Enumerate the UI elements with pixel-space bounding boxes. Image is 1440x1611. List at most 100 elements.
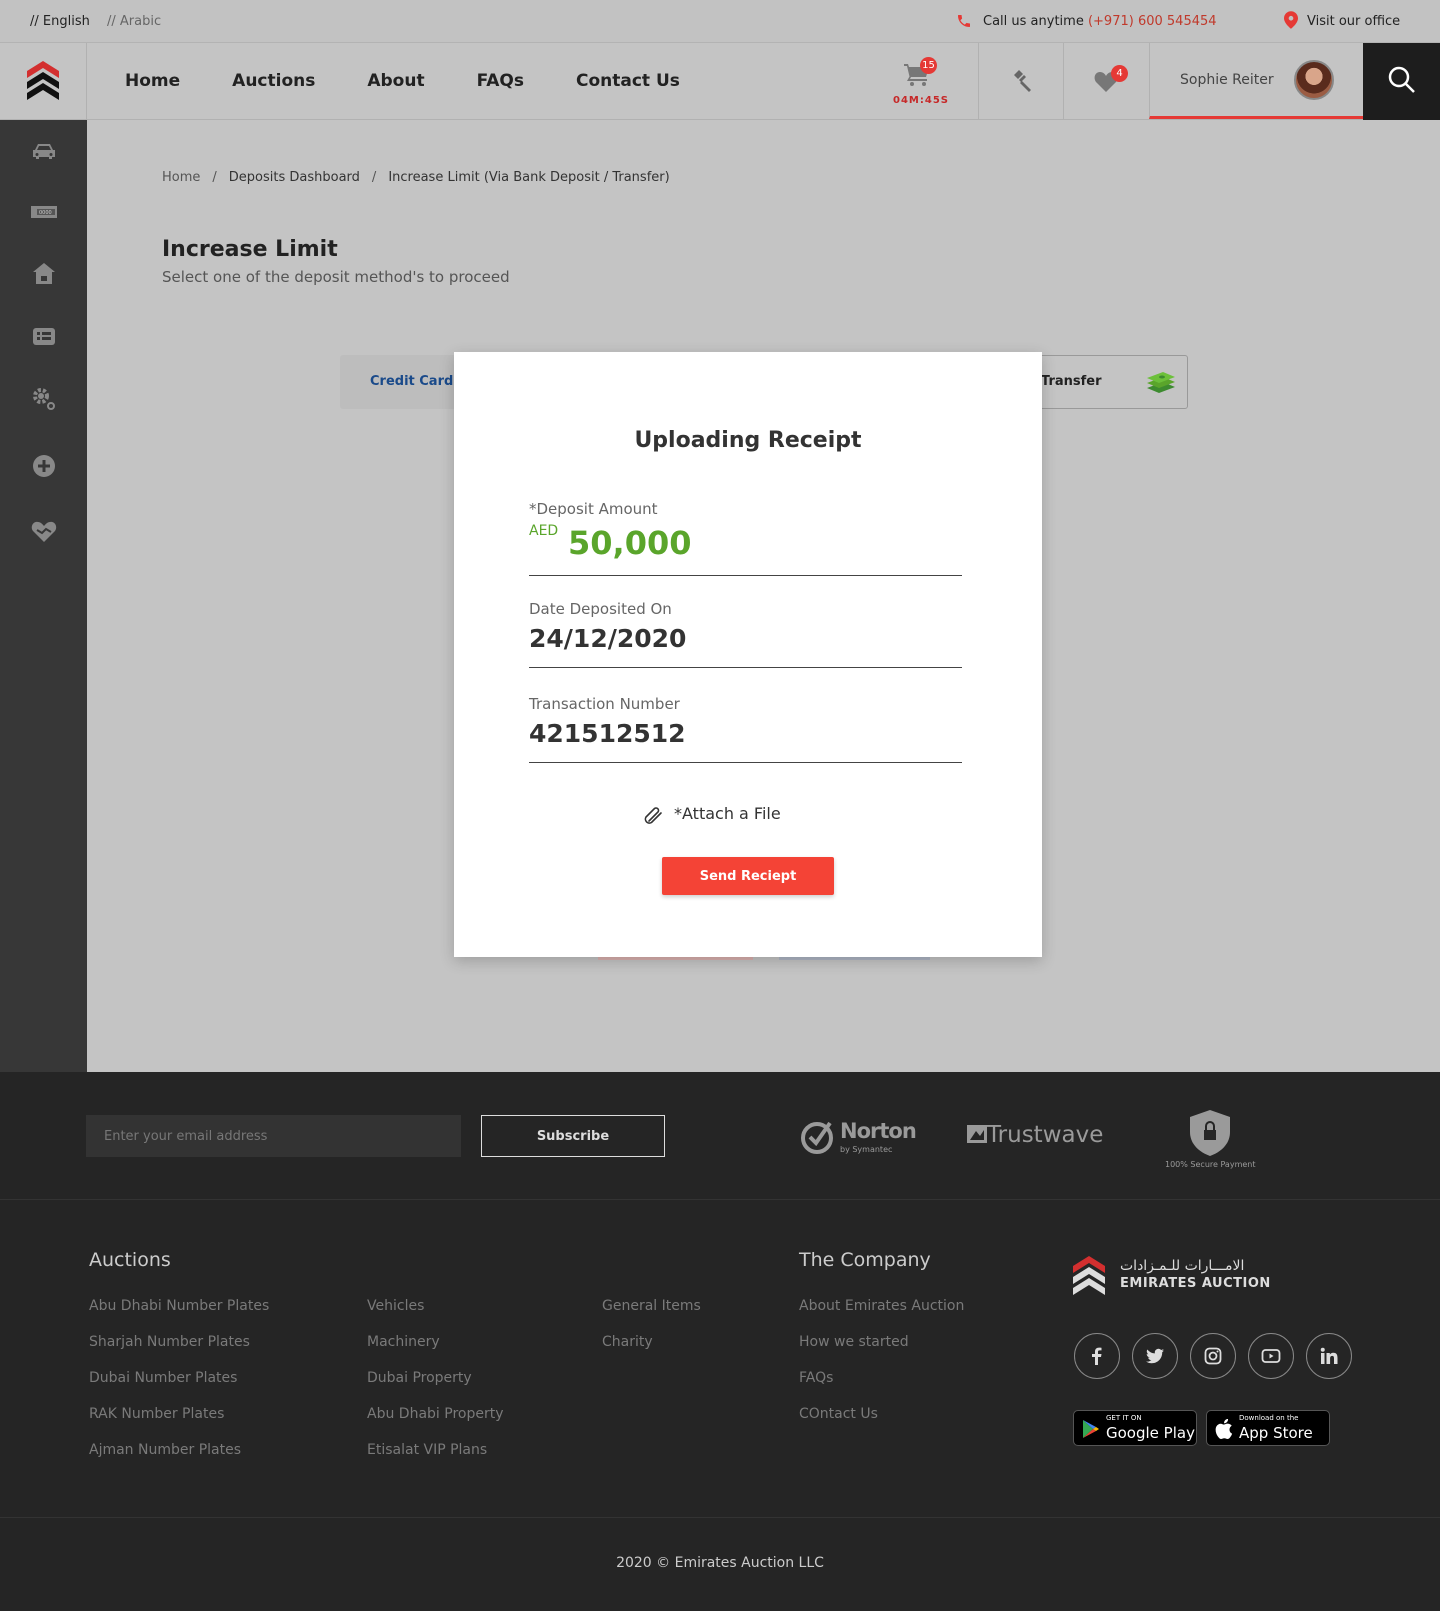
instagram-link[interactable] [1190,1333,1236,1379]
google-play-icon [1083,1420,1099,1438]
subscribe-button[interactable]: Subscribe [481,1115,665,1157]
facebook-icon [1092,1347,1102,1365]
visit-label: Visit our office [1307,14,1401,29]
breadcrumb-deposits[interactable]: Deposits Dashboard [229,170,360,185]
email-input[interactable] [86,1115,461,1157]
footer-link[interactable]: Dubai Property [367,1370,472,1386]
youtube-icon [1261,1349,1281,1363]
my-bids-button[interactable] [978,43,1063,119]
cart-count-badge: 15 [920,57,937,74]
footer-link[interactable]: COntact Us [799,1406,878,1422]
footer-link[interactable]: Dubai Number Plates [89,1370,237,1386]
transaction-number-label: Transaction Number [529,695,680,713]
twitter-icon [1146,1348,1164,1364]
breadcrumb-home[interactable]: Home [162,170,200,185]
norton-label: Norton [840,1119,917,1143]
footer-link[interactable]: Vehicles [367,1298,424,1314]
auctions-heading: Auctions [89,1249,171,1271]
google-play-button[interactable]: GET IT ON Google Play [1073,1410,1197,1446]
app-store-button[interactable]: Download on the App Store [1206,1410,1330,1446]
copyright: 2020 © Emirates Auction LLC [616,1555,824,1571]
nav-faqs[interactable]: FAQs [477,71,524,91]
nav-contact-us[interactable]: Contact Us [576,71,680,91]
search-icon [1388,66,1415,93]
bank-transfer-label: Transfer [1041,374,1102,389]
logo[interactable] [0,43,87,119]
google-play-label: Google Play [1106,1424,1195,1442]
nav-auctions[interactable]: Auctions [232,71,315,91]
secure-payment-label: 100% Secure Payment [1165,1160,1256,1169]
linkedin-icon [1320,1347,1338,1364]
property-icon[interactable] [30,260,58,288]
call-number[interactable]: (+971) 600 545454 [1088,14,1217,29]
linkedin-link[interactable] [1306,1333,1352,1379]
youtube-link[interactable] [1248,1333,1294,1379]
shield-lock-icon [1190,1110,1230,1156]
app-store-small-label: Download on the [1239,1414,1299,1422]
favorites-button[interactable]: 4 [1063,43,1149,119]
deposit-amount-value[interactable]: 50,000 [568,524,691,562]
emirates-auction-logo-icon [1073,1256,1105,1295]
footer-link[interactable]: Machinery [367,1334,440,1350]
money-stack-icon [1147,372,1175,393]
footer-brand-logo[interactable]: الامـــارات للـمـزادات EMIRATES AUCTION [1073,1256,1270,1300]
trustwave-icon [967,1125,987,1143]
nav-home[interactable]: Home [125,71,180,91]
footer-link[interactable]: FAQs [799,1370,833,1386]
attach-file-button[interactable]: *Attach a File [644,804,781,824]
nav-about[interactable]: About [367,71,424,91]
footer-link[interactable]: Abu Dhabi Number Plates [89,1298,269,1314]
credit-card-method[interactable]: Credit Card [340,355,460,409]
facebook-link[interactable] [1074,1333,1120,1379]
norton-sub-label: by Symantec [840,1145,893,1154]
add-icon[interactable] [30,452,58,480]
footer-links: Auctions Abu Dhabi Number Plates Sharjah… [0,1200,1440,1518]
user-name: Sophie Reiter [1180,72,1274,88]
language-english-link[interactable]: // English [30,14,90,29]
footer-newsletter: Subscribe Norton by Symantec Trustwave 1… [0,1072,1440,1200]
user-profile-menu[interactable]: Sophie Reiter [1149,43,1363,119]
deposit-amount-field[interactable]: *Deposit Amount AED 50,000 [529,500,962,576]
page-title: Increase Limit [162,237,338,262]
attach-file-label: *Attach a File [674,804,781,823]
norton-check-icon [801,1121,833,1154]
paperclip-icon [644,807,662,824]
brand-english-name: EMIRATES AUCTION [1120,1276,1271,1291]
visit-office-link[interactable]: Visit our office [1284,11,1401,29]
language-arabic-link[interactable]: // Arabic [107,14,161,29]
breadcrumb: Home / Deposits Dashboard / Increase Limit (… [162,170,670,185]
cart-button[interactable]: 15 04M:45S [890,55,950,115]
page-subtitle: Select one of the deposit method's to pr… [162,268,510,286]
footer-link[interactable]: General Items [602,1298,701,1314]
footer-link[interactable]: Abu Dhabi Property [367,1406,504,1422]
footer-link[interactable]: How we started [799,1334,909,1350]
footer-link[interactable]: Etisalat VIP Plans [367,1442,487,1458]
date-deposited-value[interactable]: 24/12/2020 [529,624,686,653]
cart-timer: 04M:45S [893,95,949,106]
date-deposited-field[interactable]: Date Deposited On 24/12/2020 [529,600,962,668]
footer-link[interactable]: Charity [602,1334,653,1350]
twitter-link[interactable] [1132,1333,1178,1379]
deposit-amount-label: *Deposit Amount [529,500,658,518]
gavel-icon [1014,70,1031,92]
call-us[interactable]: Call us anytime (+971) 600 545454 [958,14,1217,29]
charity-icon[interactable] [30,518,58,546]
breadcrumb-current: Increase Limit (Via Bank Deposit / Trans… [388,170,670,185]
send-receipt-button[interactable]: Send Reciept [662,857,834,895]
norton-badge: Norton by Symantec [800,1119,917,1159]
list-icon[interactable] [30,322,58,350]
main-header: Home Auctions About FAQs Contact Us 15 0… [0,43,1440,120]
car-icon[interactable] [30,138,58,166]
transaction-number-field[interactable]: Transaction Number 421512512 [529,695,962,763]
emirates-auction-logo-icon [27,61,59,100]
footer-link[interactable]: About Emirates Auction [799,1298,964,1314]
footer-link[interactable]: Ajman Number Plates [89,1442,241,1458]
footer-link[interactable]: Sharjah Number Plates [89,1334,250,1350]
settings-icon[interactable] [30,385,58,413]
favorites-count-badge: 4 [1111,65,1128,82]
search-button[interactable] [1363,43,1440,120]
transaction-number-value[interactable]: 421512512 [529,719,686,748]
footer-link[interactable]: RAK Number Plates [89,1406,224,1422]
number-plate-icon[interactable]: 0000 [30,198,58,226]
trustwave-badge: Trustwave [967,1122,1103,1148]
